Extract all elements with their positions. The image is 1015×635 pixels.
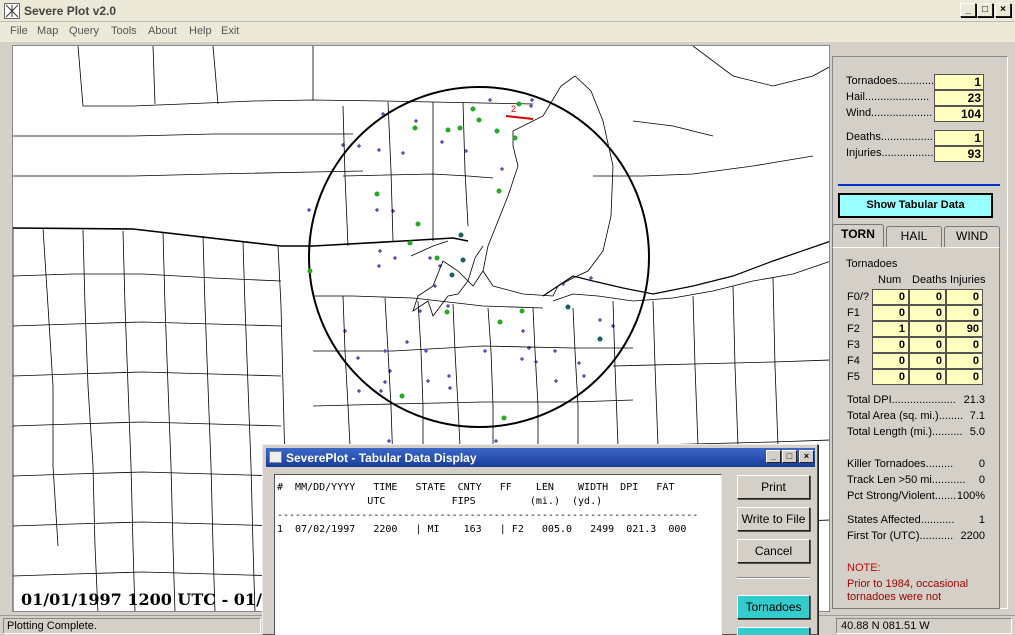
f2-injuries: 90 — [946, 321, 983, 337]
f3-num: 0 — [872, 337, 909, 353]
menu-exit[interactable]: Exit — [221, 25, 239, 37]
stat-total-dpi: Total DPI..................... 21.3 — [847, 394, 985, 406]
hail-count: 23 — [934, 90, 984, 106]
stat-states-affected: States Affected........... 1 — [847, 514, 985, 526]
f5-num: 0 — [872, 369, 909, 385]
tab-hail[interactable]: HAIL — [886, 226, 942, 247]
svg-text:2: 2 — [511, 104, 516, 114]
print-button[interactable]: Print — [737, 475, 810, 499]
summary-deaths: Deaths................. 1 — [846, 130, 996, 146]
row-label-f2: F2 — [847, 323, 860, 335]
f2-num: 1 — [872, 321, 909, 337]
f4-injuries: 0 — [946, 353, 983, 369]
summary-injuries: Injuries................. 93 — [846, 146, 996, 162]
map-date-range: 01/01/1997 1200 UTC - 01/01 — [21, 590, 285, 609]
stat-track-len: Track Len >50 mi........... 0 — [847, 474, 985, 486]
row-label-f1: F1 — [847, 307, 860, 319]
note-title: NOTE: — [847, 562, 881, 574]
f0-injuries: 0 — [946, 289, 983, 305]
tornadoes-count: 1 — [934, 74, 984, 90]
cursor-coordinates: 40.88 N 081.51 W — [836, 618, 1012, 634]
tabular-data-dialog: SeverePlot - Tabular Data Display _ □ × … — [262, 444, 818, 635]
table-divider: ----------------------------------------… — [277, 510, 699, 521]
dialog-close-button[interactable]: × — [799, 450, 814, 463]
f0-num: 0 — [872, 289, 909, 305]
f0-deaths: 0 — [909, 289, 946, 305]
window-title: Severe Plot v2.0 — [24, 4, 117, 18]
title-bar: Severe Plot v2.0 _ □ × — [0, 0, 1015, 22]
dialog-icon — [269, 451, 282, 463]
stat-killer-tornadoes: Killer Tornadoes......... 0 — [847, 458, 985, 470]
dialog-title-bar[interactable]: SeverePlot - Tabular Data Display _ □ × — [266, 448, 815, 467]
summary-tornadoes: Tornadoes............ 1 — [846, 74, 996, 90]
f4-num: 0 — [872, 353, 909, 369]
tornadoes-group-label: Tornadoes — [846, 258, 898, 270]
row-label-f0: F0/? — [847, 291, 870, 303]
f1-injuries: 0 — [946, 305, 983, 321]
summary-hail: Hail..................... 23 — [846, 90, 996, 106]
divider — [838, 184, 1000, 186]
tornadoes-button[interactable]: Tornadoes — [737, 595, 810, 619]
menu-file[interactable]: File — [10, 25, 28, 37]
dialog-maximize-button[interactable]: □ — [782, 450, 797, 463]
menu-help[interactable]: Help — [189, 25, 212, 37]
dialog-separator — [737, 577, 810, 579]
stat-pct-strong: Pct Strong/Violent....... 100% — [847, 490, 985, 502]
app-icon — [4, 3, 20, 19]
close-button[interactable]: × — [995, 3, 1011, 17]
menu-about[interactable]: About — [148, 25, 177, 37]
tab-wind[interactable]: WIND — [944, 226, 1000, 247]
dialog-minimize-button[interactable]: _ — [766, 450, 781, 463]
f3-deaths: 0 — [909, 337, 946, 353]
maximize-button[interactable]: □ — [977, 3, 993, 17]
write-to-file-button[interactable]: Write to File — [737, 507, 810, 531]
col-injuries: Injuries — [950, 274, 986, 286]
menu-map[interactable]: Map — [37, 25, 58, 37]
row-label-f3: F3 — [847, 339, 860, 351]
deaths-count: 1 — [934, 130, 984, 146]
hail-button[interactable] — [737, 627, 810, 635]
f1-num: 0 — [872, 305, 909, 321]
wind-count: 104 — [934, 106, 984, 122]
show-tabular-data-button[interactable]: Show Tabular Data — [838, 193, 993, 218]
summary-wind: Wind.................... 104 — [846, 106, 996, 122]
table-row: 1 07/02/1997 2200 | MI 163 | F2 005.0 24… — [277, 524, 687, 535]
cancel-button[interactable]: Cancel — [737, 539, 810, 563]
status-message: Plotting Complete. — [3, 618, 261, 634]
menu-query[interactable]: Query — [69, 25, 99, 37]
minimize-button[interactable]: _ — [960, 3, 976, 17]
f2-deaths: 0 — [909, 321, 946, 337]
f5-deaths: 0 — [909, 369, 946, 385]
injuries-count: 93 — [934, 146, 984, 162]
col-deaths: Deaths — [912, 274, 947, 286]
menu-bar: File Map Query Tools About Help Exit — [0, 22, 1015, 42]
dialog-title: SeverePlot - Tabular Data Display — [286, 451, 477, 465]
row-label-f4: F4 — [847, 355, 860, 367]
note-text: Prior to 1984, occasional tornadoes were… — [847, 578, 969, 603]
f3-injuries: 0 — [946, 337, 983, 353]
tab-torn[interactable]: TORN — [832, 224, 884, 248]
stat-total-length: Total Length (mi.).......... 5.0 — [847, 426, 985, 438]
row-label-f5: F5 — [847, 371, 860, 383]
f5-injuries: 0 — [946, 369, 983, 385]
tabular-text-area[interactable]: # MM/DD/YYYY TIME STATE CNTY FF LEN WIDT… — [274, 474, 722, 635]
table-header-line1: # MM/DD/YYYY TIME STATE CNTY FF LEN WIDT… — [277, 482, 675, 493]
stat-first-tor: First Tor (UTC)........... 2200 — [847, 530, 985, 542]
col-num: Num — [878, 274, 902, 286]
f1-deaths: 0 — [909, 305, 946, 321]
table-header-line2: UTC FIPS (mi.) (yd.) — [277, 496, 603, 507]
f4-deaths: 0 — [909, 353, 946, 369]
menu-tools[interactable]: Tools — [111, 25, 137, 37]
stat-total-area: Total Area (sq. mi.)........ 7.1 — [847, 410, 985, 422]
